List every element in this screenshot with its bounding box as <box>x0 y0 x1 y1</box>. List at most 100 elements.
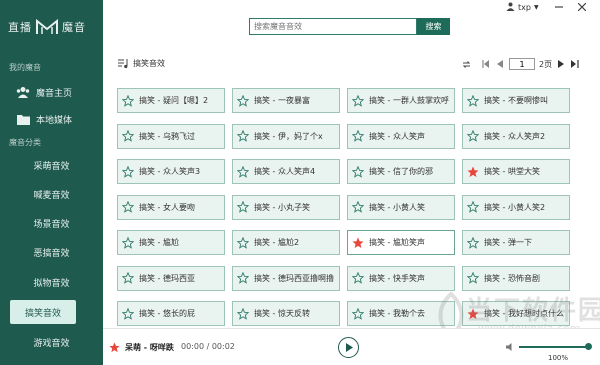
star-outline-icon[interactable] <box>467 272 479 284</box>
favorite-star-icon[interactable] <box>109 342 120 353</box>
play-button[interactable] <box>338 337 359 358</box>
star-outline-icon[interactable] <box>122 130 134 142</box>
star-outline-icon[interactable] <box>122 165 134 178</box>
star-outline-icon[interactable] <box>352 130 364 142</box>
star-outline-icon[interactable] <box>352 272 364 284</box>
minimize-button[interactable] <box>553 1 565 13</box>
playback-time: 00:00 / 00:02 <box>181 342 235 351</box>
sound-item[interactable]: 搞笑 - 尴尬2 <box>232 230 340 255</box>
star-outline-icon[interactable] <box>122 307 134 320</box>
search-input[interactable] <box>249 18 417 35</box>
sidebar-item-local-media[interactable]: 本地媒体 <box>0 107 103 131</box>
logo-text-right: 魔音 <box>62 21 86 34</box>
sound-item-label: 搞笑 - 尴尬笑声 <box>369 238 425 247</box>
sidebar-category-item[interactable]: 游戏音效 <box>0 330 103 354</box>
last-page-icon <box>571 60 579 68</box>
star-filled-icon[interactable] <box>352 237 364 249</box>
category-section-label: 魔音分类 <box>9 138 41 147</box>
volume-slider[interactable] <box>519 343 592 350</box>
sound-item-label: 搞笑 - 哄堂大笑 <box>484 167 540 176</box>
star-outline-icon[interactable] <box>467 201 479 213</box>
user-menu[interactable]: txp ▼ <box>506 2 539 13</box>
sound-item[interactable]: 搞笑 - 小黄人笑2 <box>462 194 570 220</box>
sound-item-label: 搞笑 - 我勒个去 <box>369 309 425 318</box>
star-outline-icon[interactable] <box>237 130 249 142</box>
sound-item[interactable]: 搞笑 - 乌鸦飞过 <box>117 123 225 149</box>
first-page-button[interactable] <box>481 59 491 69</box>
sidebar-category-item[interactable]: 采萌音效 <box>0 153 103 177</box>
star-outline-icon[interactable] <box>122 272 134 284</box>
sound-item[interactable]: 搞笑 - 众人笑声3 <box>117 159 225 184</box>
last-page-button[interactable] <box>570 59 580 69</box>
star-filled-icon[interactable] <box>467 166 479 178</box>
sound-item[interactable]: 搞笑 - 哄堂大笑 <box>462 159 570 184</box>
sound-item-label: 搞笑 - 不要啊惨叫 <box>484 96 548 105</box>
sound-item-label: 搞笑 - 小黄人笑 <box>369 202 425 212</box>
sidebar-category-item[interactable]: 拟物音效 <box>0 270 103 294</box>
star-outline-icon[interactable] <box>352 94 364 107</box>
page-total: 2页 <box>539 59 553 69</box>
sound-item[interactable]: 搞笑 - 快手笑声 <box>347 265 455 291</box>
star-outline-icon[interactable] <box>237 165 249 178</box>
star-outline-icon[interactable] <box>237 236 249 249</box>
sound-item[interactable]: 搞笑 - 德玛西亚 <box>117 265 225 291</box>
volume-handle[interactable] <box>584 343 592 350</box>
sound-item[interactable]: 搞笑 - 众人笑声 <box>347 123 455 149</box>
sidebar-item-home[interactable]: 魔音主页 <box>0 80 103 104</box>
volume-icon[interactable] <box>506 342 516 352</box>
close-icon <box>578 3 586 11</box>
star-outline-icon[interactable] <box>237 94 249 107</box>
sound-item[interactable]: 搞笑 - 德玛西亚撸啊撸 <box>232 265 340 291</box>
sound-item-label: 搞笑 - 小黄人笑2 <box>484 202 546 212</box>
folder-icon <box>16 112 30 126</box>
refresh-button[interactable] <box>461 59 471 69</box>
sidebar-category-item-active[interactable]: 搞笑音效 <box>10 300 76 324</box>
close-button[interactable] <box>576 1 588 13</box>
star-outline-icon[interactable] <box>467 130 479 142</box>
first-page-icon <box>482 60 489 68</box>
star-outline-icon[interactable] <box>237 272 249 284</box>
prev-page-button[interactable] <box>495 59 505 69</box>
page-number-input[interactable] <box>509 58 535 70</box>
sound-item[interactable]: 搞笑 - 不要啊惨叫 <box>462 88 570 113</box>
app-logo: 直播 魔音 <box>8 16 100 38</box>
sound-item[interactable]: 搞笑 - 尴尬 <box>117 230 225 255</box>
star-outline-icon[interactable] <box>467 94 479 107</box>
sidebar-item-label: 魔音主页 <box>36 88 73 99</box>
sound-item[interactable]: 搞笑 - 恐怖音剧 <box>462 265 570 291</box>
sound-item-label: 搞笑 - 众人笑声 <box>369 131 425 141</box>
sidebar-category-item[interactable]: 场景音效 <box>0 211 103 235</box>
star-outline-icon[interactable] <box>467 236 479 249</box>
sound-item[interactable]: 搞笑 - 众人笑声4 <box>232 159 340 184</box>
sound-item[interactable]: 搞笑 - 弹一下 <box>462 230 570 255</box>
next-page-icon <box>558 60 565 68</box>
sound-item[interactable]: 搞笑 - 伊，妈了个x <box>232 123 340 149</box>
star-outline-icon[interactable] <box>352 307 364 320</box>
sidebar-category-item[interactable]: 恶搞音效 <box>0 240 103 264</box>
sound-item[interactable]: 搞笑 - 小黄人笑 <box>347 194 455 220</box>
sound-item-label: 搞笑 - 弹一下 <box>484 238 532 247</box>
sound-item[interactable]: 搞笑 - 惊天反转 <box>232 301 340 326</box>
sound-item[interactable]: 搞笑 - 众人笑声2 <box>462 123 570 149</box>
sound-item[interactable]: 搞笑 - 一夜暴富 <box>232 88 340 113</box>
sidebar-category-item[interactable]: 喊麦音效 <box>0 182 103 206</box>
sound-item[interactable]: 搞笑 - 信了你的邪 <box>347 159 455 184</box>
star-outline-icon[interactable] <box>122 236 134 249</box>
sound-item-label: 搞笑 - 一夜暴富 <box>254 96 310 105</box>
star-outline-icon[interactable] <box>237 307 249 320</box>
next-page-button[interactable] <box>556 59 566 69</box>
sound-item[interactable]: 搞笑 - 尴尬笑声 <box>347 230 455 255</box>
star-outline-icon[interactable] <box>237 201 249 213</box>
search-button[interactable]: 搜索 <box>417 18 450 35</box>
sound-item-label: 搞笑 - 疑问【嗯】2 <box>139 96 209 105</box>
sound-item[interactable]: 搞笑 - 悠长的屁 <box>117 301 225 326</box>
star-outline-icon[interactable] <box>122 94 134 107</box>
star-outline-icon[interactable] <box>122 201 134 213</box>
star-outline-icon[interactable] <box>352 165 364 178</box>
sound-item[interactable]: 搞笑 - 小丸子笑 <box>232 194 340 220</box>
sound-item[interactable]: 搞笑 - 女人要吻 <box>117 194 225 220</box>
sound-item[interactable]: 搞笑 - 疑问【嗯】2 <box>117 88 225 113</box>
pager: 2页 <box>461 58 580 70</box>
star-outline-icon[interactable] <box>352 201 364 213</box>
sound-item[interactable]: 搞笑 - 一群人鼓掌欢呼 <box>347 88 455 113</box>
